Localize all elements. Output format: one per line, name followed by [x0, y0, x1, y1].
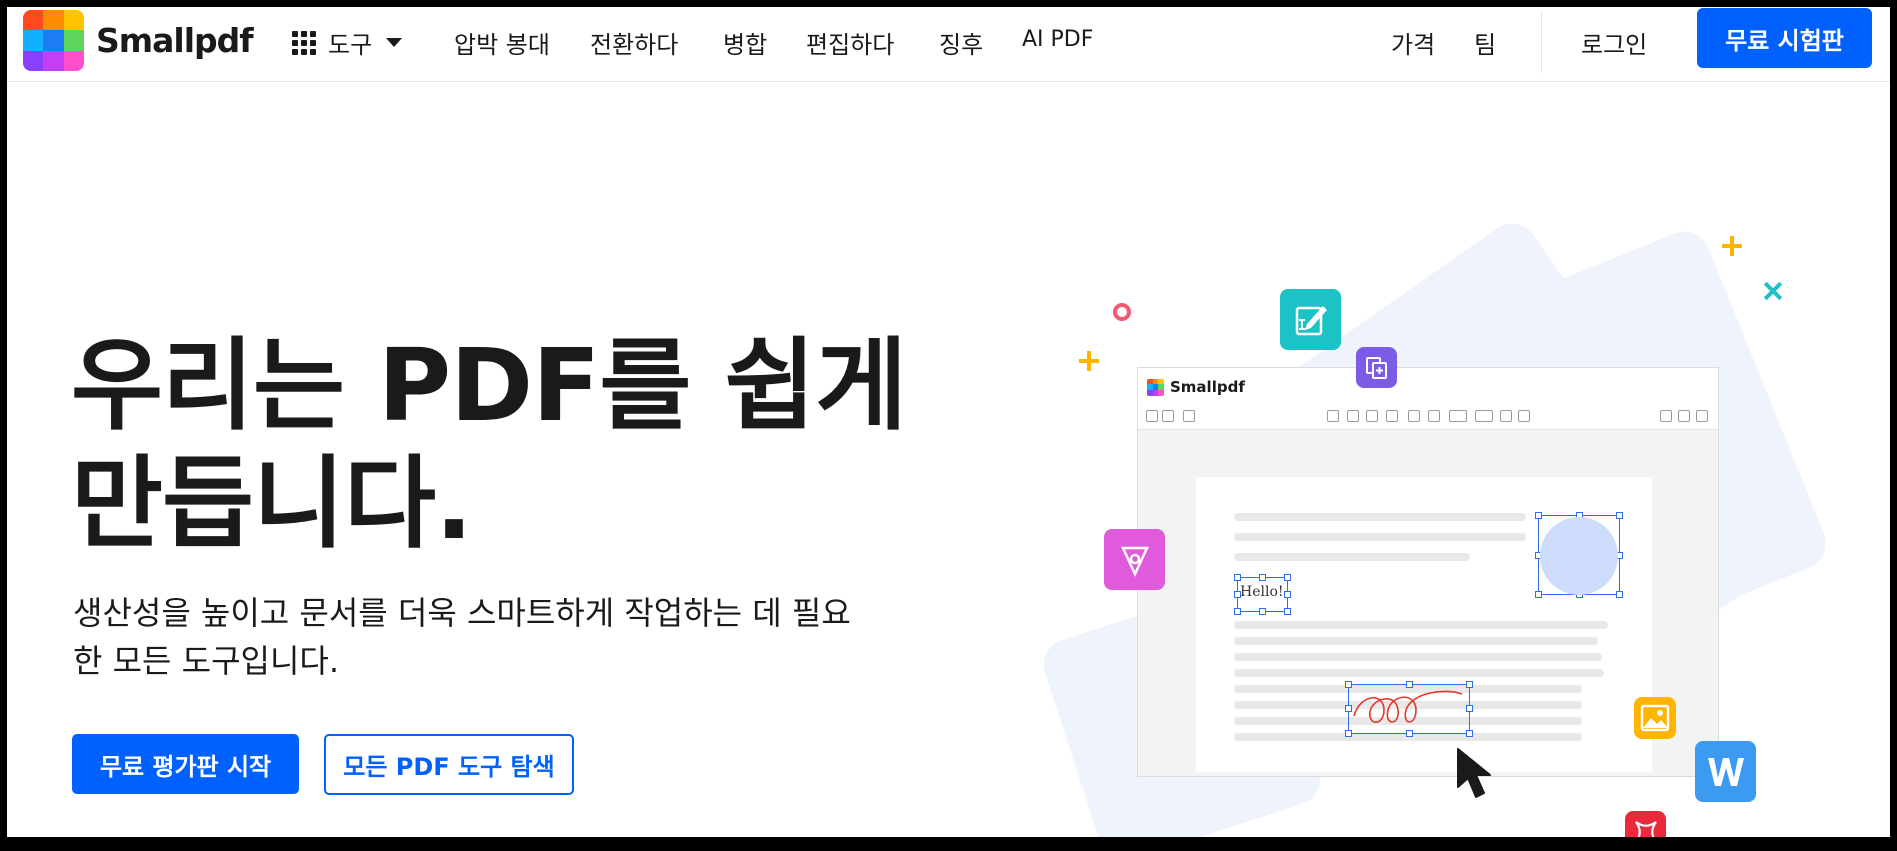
logo-mark-icon [23, 10, 84, 71]
nav-link-compress[interactable]: 압박 봉대 [454, 25, 550, 60]
circle-shape [1540, 517, 1618, 595]
text-line-placeholder [1234, 533, 1526, 541]
stamp-tool-icon [1428, 410, 1440, 422]
chevron-down-icon [386, 38, 403, 47]
nav-link-convert[interactable]: 전환하다 [590, 25, 678, 60]
nav-link-pricing[interactable]: 가격 [1391, 25, 1435, 60]
thumbnail-view-icon [1146, 410, 1158, 422]
hero-illustration: Smallpdf Hello! [1037, 213, 1890, 837]
nav-link-team[interactable]: 팀 [1474, 25, 1496, 60]
word-icon [1695, 741, 1756, 802]
start-free-trial-button[interactable]: 무료 평가판 시작 [72, 734, 299, 794]
app-name: Smallpdf [1170, 378, 1245, 396]
document-page: Hello! [1196, 477, 1652, 772]
pen-sign-icon [1104, 529, 1165, 590]
shape-tool-icon [1449, 410, 1467, 422]
hero-headline-line-1: 우리는 PDF를 쉽게 [71, 327, 907, 444]
signature-tool-icon [1518, 410, 1530, 422]
signature-scribble [1353, 690, 1463, 724]
eraser-icon [1386, 410, 1398, 422]
app-toolbar: Smallpdf [1138, 368, 1718, 430]
image-tool-icon [1500, 410, 1512, 422]
nav-divider [1541, 12, 1542, 73]
tools-label: 도구 [328, 31, 373, 59]
undo-icon [1660, 410, 1672, 422]
grid-view-icon [1162, 410, 1174, 422]
nav-link-sign[interactable]: 징후 [939, 25, 983, 60]
login-link[interactable]: 로그인 [1581, 25, 1647, 60]
nav-link-edit[interactable]: 편집하다 [806, 25, 894, 60]
line-tool-icon [1475, 410, 1493, 422]
nav-link-ai-pdf[interactable]: AI PDF [1022, 27, 1093, 52]
plus-icon [1722, 236, 1742, 256]
top-nav: Smallpdf 도구 압박 봉대 전환하다 병합 편집하다 징후 AI PDF… [7, 7, 1890, 82]
text-line-placeholder [1234, 669, 1604, 677]
compress-icon [1625, 811, 1666, 837]
tools-menu-button[interactable]: 도구 [292, 25, 403, 60]
app-logo: Smallpdf [1147, 378, 1245, 396]
redo-icon [1678, 410, 1690, 422]
ring-icon [1113, 303, 1131, 321]
add-page-icon [1356, 347, 1397, 388]
explore-tools-button[interactable]: 모든 PDF 도구 탐색 [324, 734, 574, 795]
sparkle-icon [1763, 281, 1783, 301]
logo-text: Smallpdf [96, 21, 254, 60]
text-line-placeholder [1234, 653, 1602, 661]
grid-icon [292, 30, 316, 55]
hello-text-annotation: Hello! [1240, 584, 1284, 600]
hero-headline-line-2: 만듭니다. [71, 445, 473, 562]
highlighter-icon [1366, 410, 1378, 422]
edit-icon [1280, 289, 1341, 350]
free-trial-button[interactable]: 무료 시험판 [1697, 8, 1872, 68]
select-tool-icon [1327, 410, 1339, 422]
nav-link-merge[interactable]: 병합 [723, 25, 767, 60]
text-tool-icon [1408, 410, 1420, 422]
text-line-placeholder [1234, 553, 1470, 561]
text-line-placeholder [1234, 621, 1608, 629]
app-window-mockup: Smallpdf Hello! [1137, 367, 1719, 777]
zoom-icon [1696, 410, 1708, 422]
pen-tool-icon [1347, 410, 1359, 422]
hero-headline: 우리는 PDF를 쉽게 만듭니다. [71, 327, 907, 563]
cursor-icon [1457, 748, 1491, 798]
smallpdf-logo[interactable]: Smallpdf [23, 10, 254, 71]
image-icon [1634, 697, 1676, 739]
page: Smallpdf 도구 압박 봉대 전환하다 병합 편집하다 징후 AI PDF… [7, 7, 1890, 837]
text-line-placeholder [1234, 637, 1598, 645]
plus-icon [1079, 351, 1099, 371]
hero-subtitle: 생산성을 높이고 문서를 더욱 스마트하게 작업하는 데 필요한 모든 도구입니… [73, 594, 851, 680]
sidebar-icon [1183, 410, 1195, 422]
app-logo-mark-icon [1147, 378, 1164, 396]
text-line-placeholder [1234, 513, 1526, 521]
